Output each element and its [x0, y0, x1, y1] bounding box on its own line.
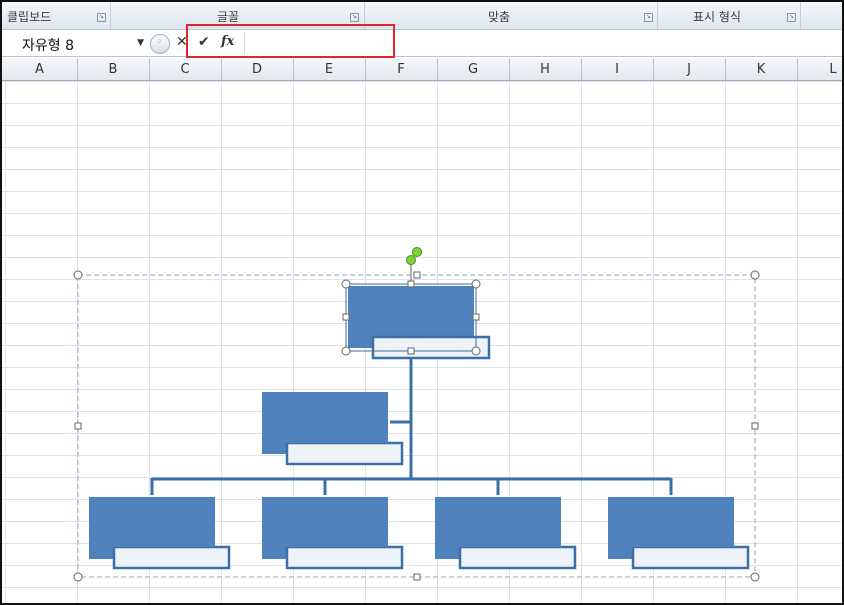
resize-handle[interactable]: [471, 279, 481, 289]
resize-handle[interactable]: [751, 422, 759, 430]
resize-handle[interactable]: [341, 346, 351, 356]
resize-handle[interactable]: [341, 279, 351, 289]
resize-handle[interactable]: [407, 280, 415, 288]
node-box-overlay: [435, 497, 561, 547]
org-node-top[interactable]: [341, 247, 491, 360]
excel-window: 클립보드 ↘ 글꼴 ↘ 맞춤 ↘ 표시 형식 ↘ 자유형 8 ▼ ◦ ✕ ✔ f…: [0, 0, 844, 605]
node-label-box[interactable]: [285, 545, 404, 570]
resize-handle[interactable]: [750, 270, 760, 280]
node-box-overlay: [89, 497, 215, 547]
resize-handle[interactable]: [750, 572, 760, 582]
resize-handle[interactable]: [73, 270, 83, 280]
resize-handle[interactable]: [73, 572, 83, 582]
org-node-child-4[interactable]: [608, 497, 750, 570]
org-node-child-3[interactable]: [435, 497, 577, 570]
rotate-handle-icon[interactable]: [412, 247, 422, 257]
node-box-overlay: [262, 392, 388, 443]
org-node-assistant[interactable]: [262, 392, 404, 466]
resize-handle[interactable]: [413, 573, 421, 581]
node-label-box[interactable]: [112, 545, 231, 570]
org-node-child-1[interactable]: [89, 497, 231, 570]
resize-handle[interactable]: [413, 271, 421, 279]
resize-handle[interactable]: [472, 313, 480, 321]
node-label-box[interactable]: [371, 335, 491, 360]
node-label-box[interactable]: [631, 545, 750, 570]
node-label-box[interactable]: [458, 545, 577, 570]
node-box-overlay: [262, 497, 388, 547]
node-box-overlay: [608, 497, 734, 547]
resize-handle[interactable]: [74, 422, 82, 430]
rotate-handle-icon[interactable]: [406, 255, 416, 265]
resize-handle[interactable]: [471, 346, 481, 356]
resize-handle[interactable]: [407, 347, 415, 355]
node-label-box[interactable]: [285, 441, 404, 466]
resize-handle[interactable]: [342, 313, 350, 321]
smartart-org-chart[interactable]: [2, 2, 842, 603]
org-node-child-2[interactable]: [262, 497, 404, 570]
